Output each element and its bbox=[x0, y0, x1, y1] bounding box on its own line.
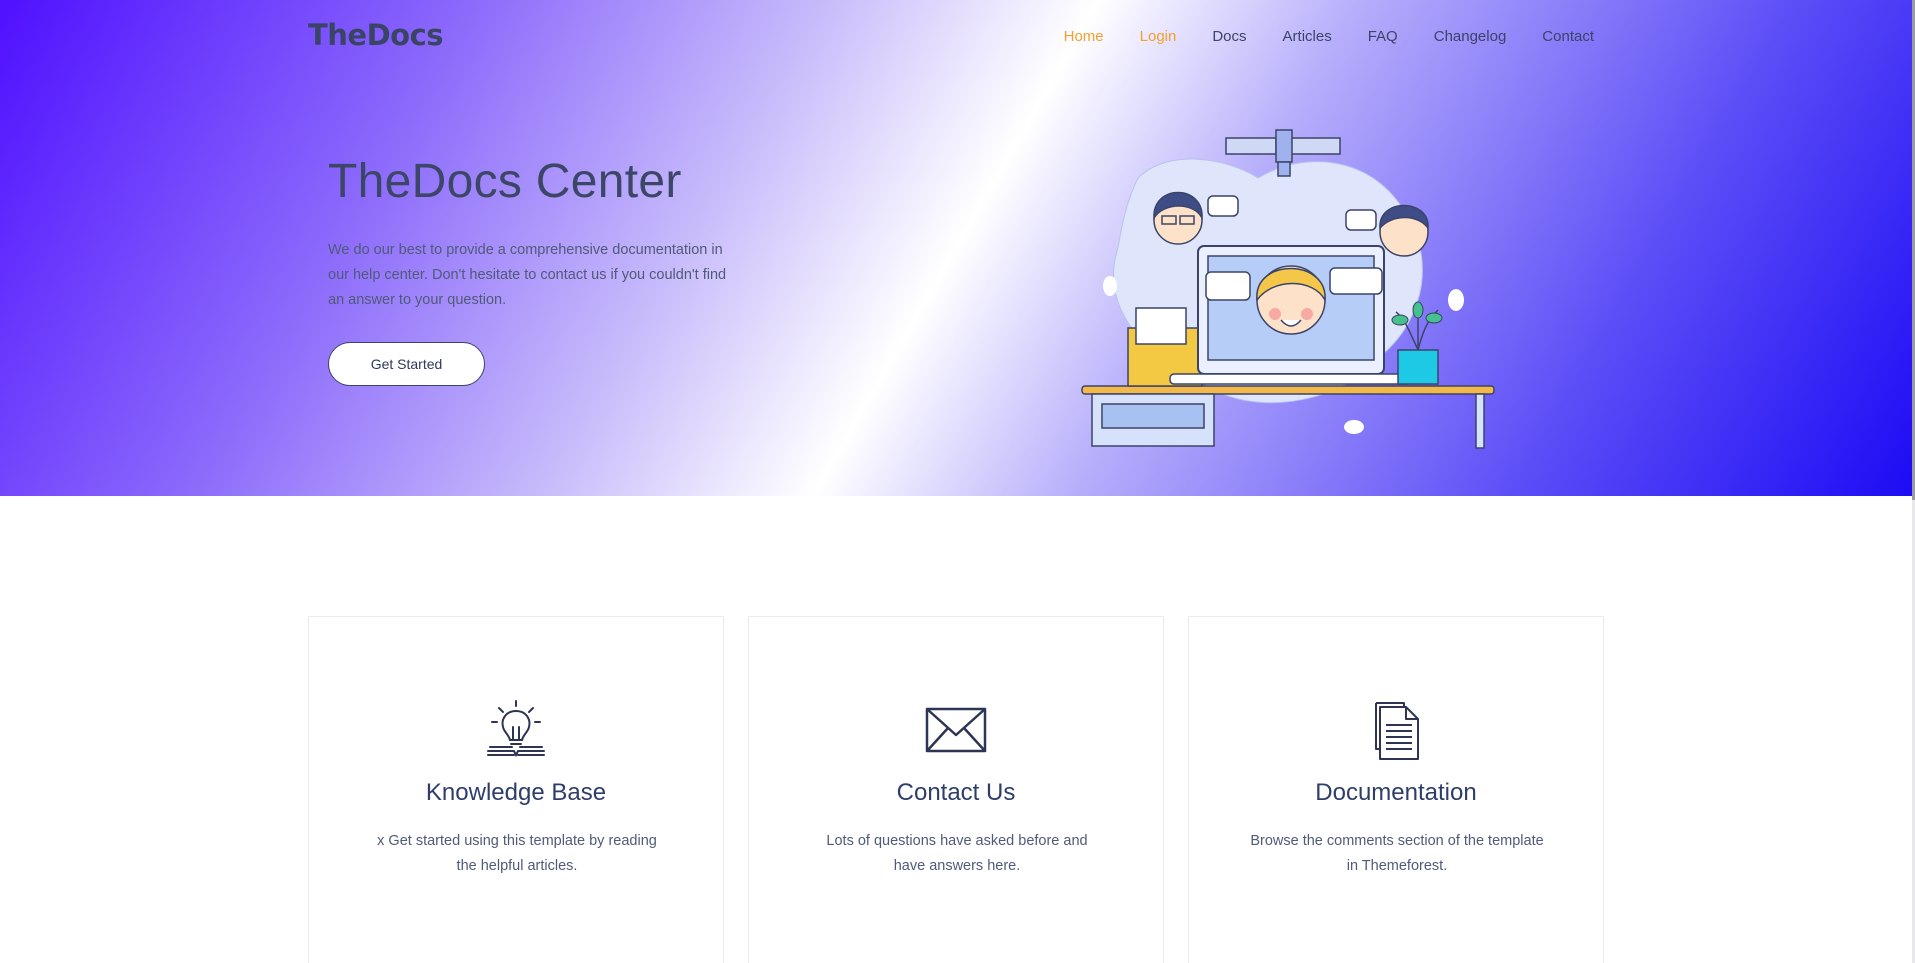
get-started-button[interactable]: Get Started bbox=[328, 342, 485, 386]
main-nav: Home Login Docs Articles FAQ Changelog C… bbox=[1064, 28, 1594, 45]
envelope-icon bbox=[925, 707, 987, 753]
card-title[interactable]: Knowledge Base bbox=[309, 779, 723, 807]
card-title[interactable]: Documentation bbox=[1189, 779, 1603, 807]
card-contact-us[interactable]: Contact Us Lots of questions have asked … bbox=[748, 616, 1164, 963]
nav-item-login[interactable]: Login bbox=[1140, 28, 1177, 45]
feature-cards: Knowledge Base x Get started using this … bbox=[308, 616, 1604, 963]
document-icon bbox=[1375, 702, 1419, 760]
card-documentation[interactable]: Documentation Browse the comments sectio… bbox=[1188, 616, 1604, 963]
site-logo[interactable]: TheDocs bbox=[308, 18, 444, 52]
nav-item-contact[interactable]: Contact bbox=[1542, 28, 1594, 45]
support-desk-illustration bbox=[1081, 129, 1495, 449]
nav-item-faq[interactable]: FAQ bbox=[1368, 28, 1398, 45]
nav-item-home[interactable]: Home bbox=[1064, 28, 1104, 45]
nav-item-docs[interactable]: Docs bbox=[1212, 28, 1246, 45]
lightbulb-book-icon bbox=[487, 700, 545, 758]
card-knowledge-base[interactable]: Knowledge Base x Get started using this … bbox=[308, 616, 724, 963]
card-description: Browse the comments section of the templ… bbox=[1250, 833, 1544, 874]
card-description: Lots of questions have asked before and … bbox=[826, 833, 1088, 874]
card-title[interactable]: Contact Us bbox=[749, 779, 1163, 807]
hero-section: TheDocs Home Login Docs Articles FAQ Cha… bbox=[0, 0, 1912, 496]
nav-item-changelog[interactable]: Changelog bbox=[1434, 28, 1507, 45]
hero-description: We do our best to provide a comprehensiv… bbox=[328, 242, 727, 308]
card-description: x Get started using this template by rea… bbox=[377, 833, 657, 874]
nav-item-articles[interactable]: Articles bbox=[1283, 28, 1332, 45]
hero-title: TheDocs Center bbox=[328, 155, 682, 208]
